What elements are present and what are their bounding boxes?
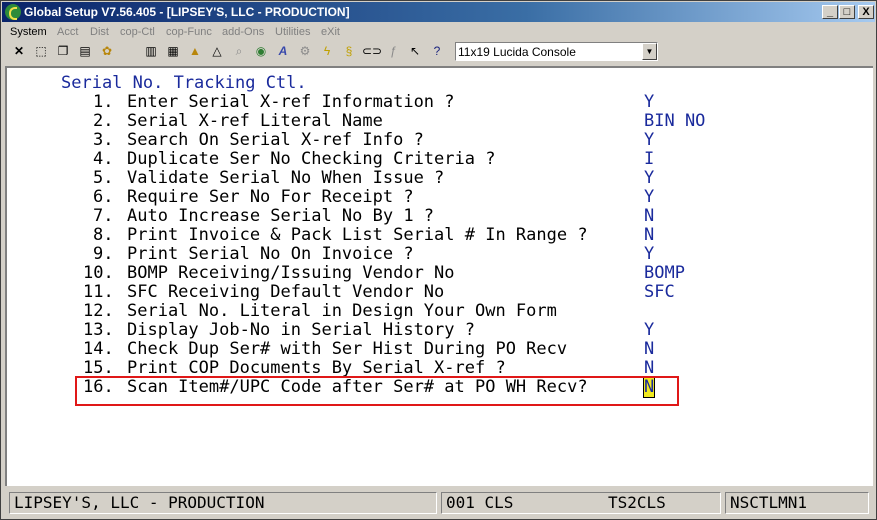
search-icon[interactable]: ⌕ xyxy=(230,42,248,60)
item-number: 14. xyxy=(83,339,114,359)
item-label: Display Job-No in Serial History ? xyxy=(127,320,475,340)
item-value[interactable]: Y xyxy=(644,188,654,207)
menu-cop-func[interactable]: cop-Func xyxy=(166,26,212,38)
item-value[interactable]: BIN NO xyxy=(644,112,705,131)
menu-cop-ctl[interactable]: cop-Ctl xyxy=(120,26,155,38)
item-value[interactable]: N xyxy=(644,207,654,226)
item-number: 8. xyxy=(93,225,114,245)
app-window: Global Setup V7.56.405 - [LIPSEY'S, LLC … xyxy=(0,0,877,520)
select-icon[interactable]: ⬚ xyxy=(32,42,50,60)
item-value[interactable]: N xyxy=(644,226,654,245)
item-number: 2. xyxy=(93,111,114,131)
close-x-icon[interactable]: ✕ xyxy=(10,42,28,60)
menu-bar: System Acct Dist cop-Ctl cop-Func add-On… xyxy=(2,24,875,41)
lightning-icon[interactable]: ϟ xyxy=(318,42,336,60)
item-number: 9. xyxy=(93,244,114,264)
app-logo-icon xyxy=(5,4,21,20)
item-number: 1. xyxy=(93,92,114,112)
item-number: 13. xyxy=(83,320,114,340)
maximize-button[interactable]: □ xyxy=(839,5,855,19)
item-label: Validate Serial No When Issue ? xyxy=(127,168,445,188)
menu-exit[interactable]: eXit xyxy=(321,26,340,38)
item-label: Print Serial No On Invoice ? xyxy=(127,244,414,264)
item-value[interactable]: BOMP xyxy=(644,264,685,283)
status-terminal: TS2CLS xyxy=(608,493,666,512)
item-number: 4. xyxy=(93,149,114,169)
item-label: Check Dup Ser# with Ser Hist During PO R… xyxy=(127,339,568,359)
script-icon[interactable]: § xyxy=(340,42,358,60)
item-value[interactable]: I xyxy=(644,150,654,169)
font-selector-value: 11x19 Lucida Console xyxy=(458,45,576,59)
menu-system[interactable]: System xyxy=(10,26,47,38)
globe-icon[interactable]: ◉ xyxy=(252,42,270,60)
screen-title: Serial No. Tracking Ctl. xyxy=(61,73,307,93)
menu-utilities[interactable]: Utilities xyxy=(275,26,310,38)
item-label: Auto Increase Serial No By 1 ? xyxy=(127,206,435,226)
item-label: Print Invoice & Pack List Serial # In Ra… xyxy=(127,225,588,245)
gear-icon[interactable]: ⚙ xyxy=(296,42,314,60)
item-label: BOMP Receiving/Issuing Vendor No xyxy=(127,263,455,283)
item-number: 7. xyxy=(93,206,114,226)
item-value[interactable]: Y xyxy=(644,131,654,150)
minimize-button[interactable]: _ xyxy=(822,5,838,19)
menu-add-ons[interactable]: add-Ons xyxy=(222,26,264,38)
item-value[interactable]: SFC xyxy=(644,283,675,302)
font-selector[interactable]: 11x19 Lucida Console ▼ xyxy=(455,42,658,61)
toolbar: ✕ ⬚ ❐ ▤ ✿ ▥ ▦ ▲ △ ⌕ ◉ A ⚙ ϟ § ⊂⊃ ƒ ↖ ? 1… xyxy=(2,41,875,63)
item-label: Search On Serial X-ref Info ? xyxy=(127,130,424,150)
print-icon[interactable]: ▦ xyxy=(164,42,182,60)
triangle-outline-icon[interactable]: △ xyxy=(208,42,226,60)
item-label: Enter Serial X-ref Information ? xyxy=(127,92,455,112)
item-label: Require Ser No For Receipt ? xyxy=(127,187,414,207)
item-value[interactable]: Y xyxy=(644,93,654,112)
link-icon[interactable]: ⊂⊃ xyxy=(362,42,382,60)
notes-icon[interactable]: ▥ xyxy=(142,42,160,60)
menu-dist[interactable]: Dist xyxy=(90,26,109,38)
status-program: NSCTLMN1 xyxy=(725,492,869,514)
status-session: 001 CLS TS2CLS xyxy=(441,492,721,514)
item-value[interactable]: Y xyxy=(644,321,654,340)
function-icon[interactable]: ƒ xyxy=(384,42,402,60)
terminal-screen[interactable]: Serial No. Tracking Ctl. 1. Enter Serial … xyxy=(5,66,873,486)
item-value[interactable]: Y xyxy=(644,169,654,188)
item-number: 12. xyxy=(83,301,114,321)
status-bar: LIPSEY'S, LLC - PRODUCTION 001 CLS TS2CLS… xyxy=(5,490,873,516)
settings-icon[interactable]: ✿ xyxy=(98,42,116,60)
item-label: SFC Receiving Default Vendor No xyxy=(127,282,445,302)
item-value[interactable]: Y xyxy=(644,245,654,264)
help-icon[interactable]: ? xyxy=(428,42,446,60)
pointer-icon[interactable]: ↖ xyxy=(406,42,424,60)
item-label: Serial No. Literal in Design Your Own Fo… xyxy=(127,301,557,321)
item-number: 6. xyxy=(93,187,114,207)
item-number: 11. xyxy=(83,282,114,302)
window-title: Global Setup V7.56.405 - [LIPSEY'S, LLC … xyxy=(24,5,350,19)
item-label: Serial X-ref Literal Name xyxy=(127,111,383,131)
paste-icon[interactable]: ▤ xyxy=(76,42,94,60)
status-company: LIPSEY'S, LLC - PRODUCTION xyxy=(9,492,437,514)
item-number: 10. xyxy=(83,263,114,283)
font-icon[interactable]: A xyxy=(274,42,292,60)
menu-acct[interactable]: Acct xyxy=(57,26,78,38)
item-label: Duplicate Ser No Checking Criteria ? xyxy=(127,149,496,169)
copy-icon[interactable]: ❐ xyxy=(54,42,72,60)
chevron-down-icon[interactable]: ▼ xyxy=(642,43,657,60)
close-button[interactable]: X xyxy=(858,5,874,19)
item-number: 5. xyxy=(93,168,114,188)
triangle-icon[interactable]: ▲ xyxy=(186,42,204,60)
item-number: 3. xyxy=(93,130,114,150)
title-bar[interactable]: Global Setup V7.56.405 - [LIPSEY'S, LLC … xyxy=(2,2,875,22)
highlight-box xyxy=(75,376,679,406)
item-value[interactable]: N xyxy=(644,340,654,359)
